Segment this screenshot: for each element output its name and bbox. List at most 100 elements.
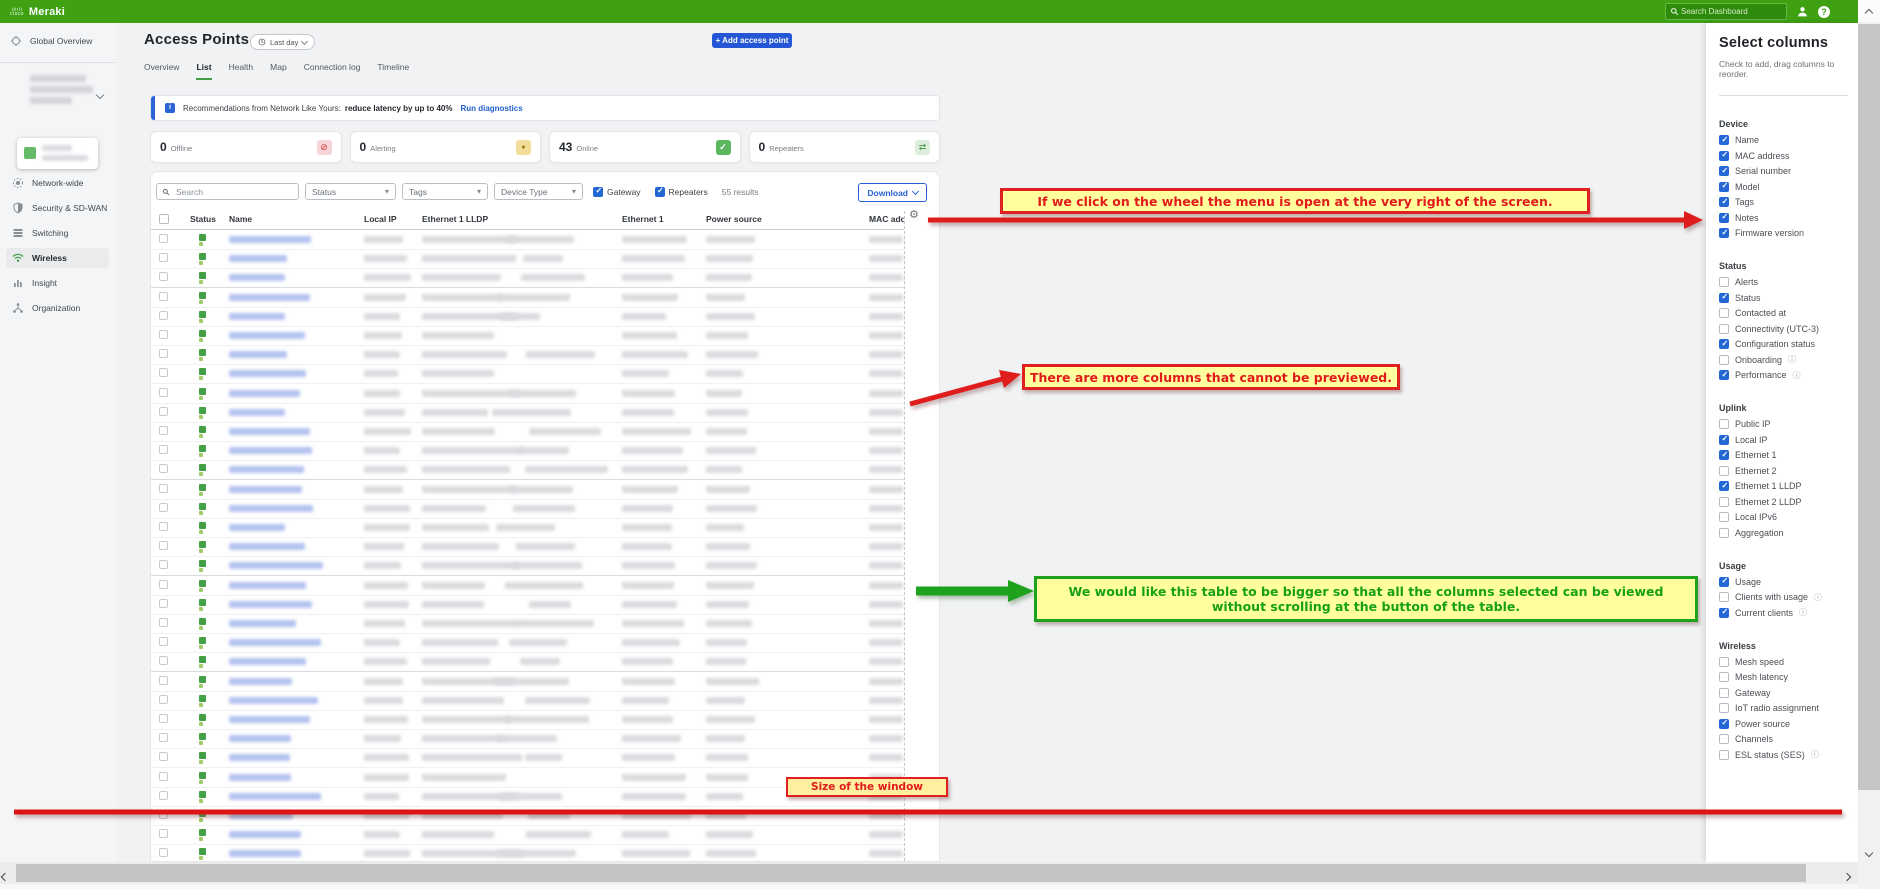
column-option-local-ipv6[interactable]: Local IPv6: [1719, 512, 1848, 522]
row-checkbox[interactable]: [159, 484, 168, 493]
table-row[interactable]: [151, 652, 904, 672]
column-option-notes[interactable]: Notes: [1719, 213, 1848, 223]
table-row[interactable]: [151, 844, 904, 862]
filter-device-type[interactable]: Device Type▾: [494, 183, 583, 200]
column-option-ethernet-1-lldp[interactable]: Ethernet 1 LLDP: [1719, 481, 1848, 491]
column-option-aggregation[interactable]: Aggregation: [1719, 528, 1848, 538]
table-row[interactable]: [151, 249, 904, 269]
download-button[interactable]: Download: [858, 183, 927, 202]
table-row[interactable]: [151, 268, 904, 288]
column-option-serial-number[interactable]: Serial number: [1719, 166, 1848, 176]
column-option-local-ip[interactable]: Local IP: [1719, 435, 1848, 445]
horizontal-scrollbar-thumb[interactable]: [16, 864, 1806, 882]
column-option-onboarding[interactable]: Onboardingⓘ: [1719, 355, 1848, 365]
row-checkbox[interactable]: [159, 656, 168, 665]
column-option-public-ip[interactable]: Public IP: [1719, 419, 1848, 429]
table-row[interactable]: [151, 556, 904, 576]
tab-list[interactable]: List: [196, 62, 211, 80]
scroll-right-arrow[interactable]: [1844, 867, 1850, 885]
tab-health[interactable]: Health: [229, 62, 254, 80]
column-option-ethernet-2-lldp[interactable]: Ethernet 2 LLDP: [1719, 497, 1848, 507]
column-option-iot-radio-assignment[interactable]: IoT radio assignment: [1719, 703, 1848, 713]
row-checkbox[interactable]: [159, 599, 168, 608]
row-checkbox[interactable]: [159, 733, 168, 742]
filter-checkbox-repeaters[interactable]: Repeaters: [655, 187, 708, 197]
column-settings-gear-icon[interactable]: ⚙: [909, 210, 919, 221]
filter-tags[interactable]: Tags▾: [402, 183, 488, 200]
tab-connection-log[interactable]: Connection log: [304, 62, 361, 80]
column-option-status[interactable]: Status: [1719, 293, 1848, 303]
column-header-ethernet-1-lldp[interactable]: Ethernet 1 LLDP: [422, 214, 488, 224]
row-checkbox[interactable]: [159, 714, 168, 723]
row-checkbox[interactable]: [159, 810, 168, 819]
row-checkbox[interactable]: [159, 234, 168, 243]
sidebar-item-insight[interactable]: Insight: [6, 273, 109, 293]
add-access-point-button[interactable]: + Add access point: [712, 33, 792, 48]
dashboard-search-input[interactable]: [1679, 6, 1782, 17]
status-card-alerting[interactable]: 0Alerting●: [350, 131, 542, 163]
table-row[interactable]: [151, 326, 904, 346]
column-option-performance[interactable]: Performanceⓘ: [1719, 370, 1848, 380]
row-checkbox[interactable]: [159, 407, 168, 416]
dashboard-search[interactable]: [1665, 3, 1787, 20]
table-row[interactable]: [151, 480, 904, 500]
column-option-usage[interactable]: Usage: [1719, 577, 1848, 587]
row-checkbox[interactable]: [159, 791, 168, 800]
row-checkbox[interactable]: [159, 848, 168, 857]
table-row[interactable]: [151, 499, 904, 519]
filter-checkbox-gateway[interactable]: Gateway: [593, 187, 641, 197]
row-checkbox[interactable]: [159, 426, 168, 435]
status-card-online[interactable]: 43Online✓: [549, 131, 741, 163]
vertical-scrollbar[interactable]: [1858, 0, 1880, 889]
network-selector[interactable]: [17, 138, 98, 169]
row-checkbox[interactable]: [159, 618, 168, 627]
column-option-power-source[interactable]: Power source: [1719, 719, 1848, 729]
table-row[interactable]: [151, 595, 904, 615]
column-header-ethernet-1[interactable]: Ethernet 1: [622, 214, 664, 224]
table-row[interactable]: [151, 307, 904, 327]
row-checkbox[interactable]: [159, 676, 168, 685]
column-option-channels[interactable]: Channels: [1719, 734, 1848, 744]
table-row[interactable]: [151, 748, 904, 768]
column-option-gateway[interactable]: Gateway: [1719, 688, 1848, 698]
table-row[interactable]: [151, 691, 904, 711]
org-selector-chevron-icon[interactable]: [97, 85, 103, 103]
row-checkbox[interactable]: [159, 292, 168, 301]
row-checkbox[interactable]: [159, 695, 168, 704]
column-header-mac-address[interactable]: MAC address: [869, 214, 904, 224]
row-checkbox[interactable]: [159, 637, 168, 646]
table-row[interactable]: [151, 710, 904, 730]
column-header-status[interactable]: Status: [190, 214, 216, 224]
table-row[interactable]: [151, 672, 904, 692]
row-checkbox[interactable]: [159, 464, 168, 473]
table-row[interactable]: [151, 825, 904, 845]
sidebar-item-global-overview[interactable]: Global Overview: [10, 35, 92, 47]
tab-map[interactable]: Map: [270, 62, 287, 80]
column-option-contacted-at[interactable]: Contacted at: [1719, 308, 1848, 318]
table-row[interactable]: [151, 364, 904, 384]
scroll-up-arrow[interactable]: [1858, 0, 1880, 22]
table-row[interactable]: [151, 576, 904, 596]
run-diagnostics-link[interactable]: Run diagnostics: [460, 104, 522, 113]
sidebar-item-organization[interactable]: Organization: [6, 298, 109, 318]
select-all-checkbox[interactable]: [159, 214, 169, 224]
column-option-current-clients[interactable]: Current clientsⓘ: [1719, 608, 1848, 618]
column-option-connectivity-utc-3[interactable]: Connectivity (UTC-3): [1719, 324, 1848, 334]
meraki-logo[interactable]: ılıılıcisco Meraki: [10, 6, 65, 18]
row-checkbox[interactable]: [159, 772, 168, 781]
row-checkbox[interactable]: [159, 330, 168, 339]
column-option-firmware-version[interactable]: Firmware version: [1719, 228, 1848, 238]
row-checkbox[interactable]: [159, 349, 168, 358]
scroll-left-arrow[interactable]: [2, 867, 8, 885]
row-checkbox[interactable]: [159, 503, 168, 512]
table-row[interactable]: [151, 288, 904, 308]
horizontal-scrollbar[interactable]: [0, 862, 1858, 884]
column-option-clients-with-usage[interactable]: Clients with usageⓘ: [1719, 592, 1848, 602]
sidebar-item-network-wide[interactable]: Network-wide: [6, 173, 109, 193]
table-row[interactable]: [151, 537, 904, 557]
column-option-mac-address[interactable]: MAC address: [1719, 151, 1848, 161]
row-checkbox[interactable]: [159, 445, 168, 454]
row-checkbox[interactable]: [159, 829, 168, 838]
table-row[interactable]: [151, 729, 904, 749]
table-search[interactable]: [156, 183, 299, 200]
